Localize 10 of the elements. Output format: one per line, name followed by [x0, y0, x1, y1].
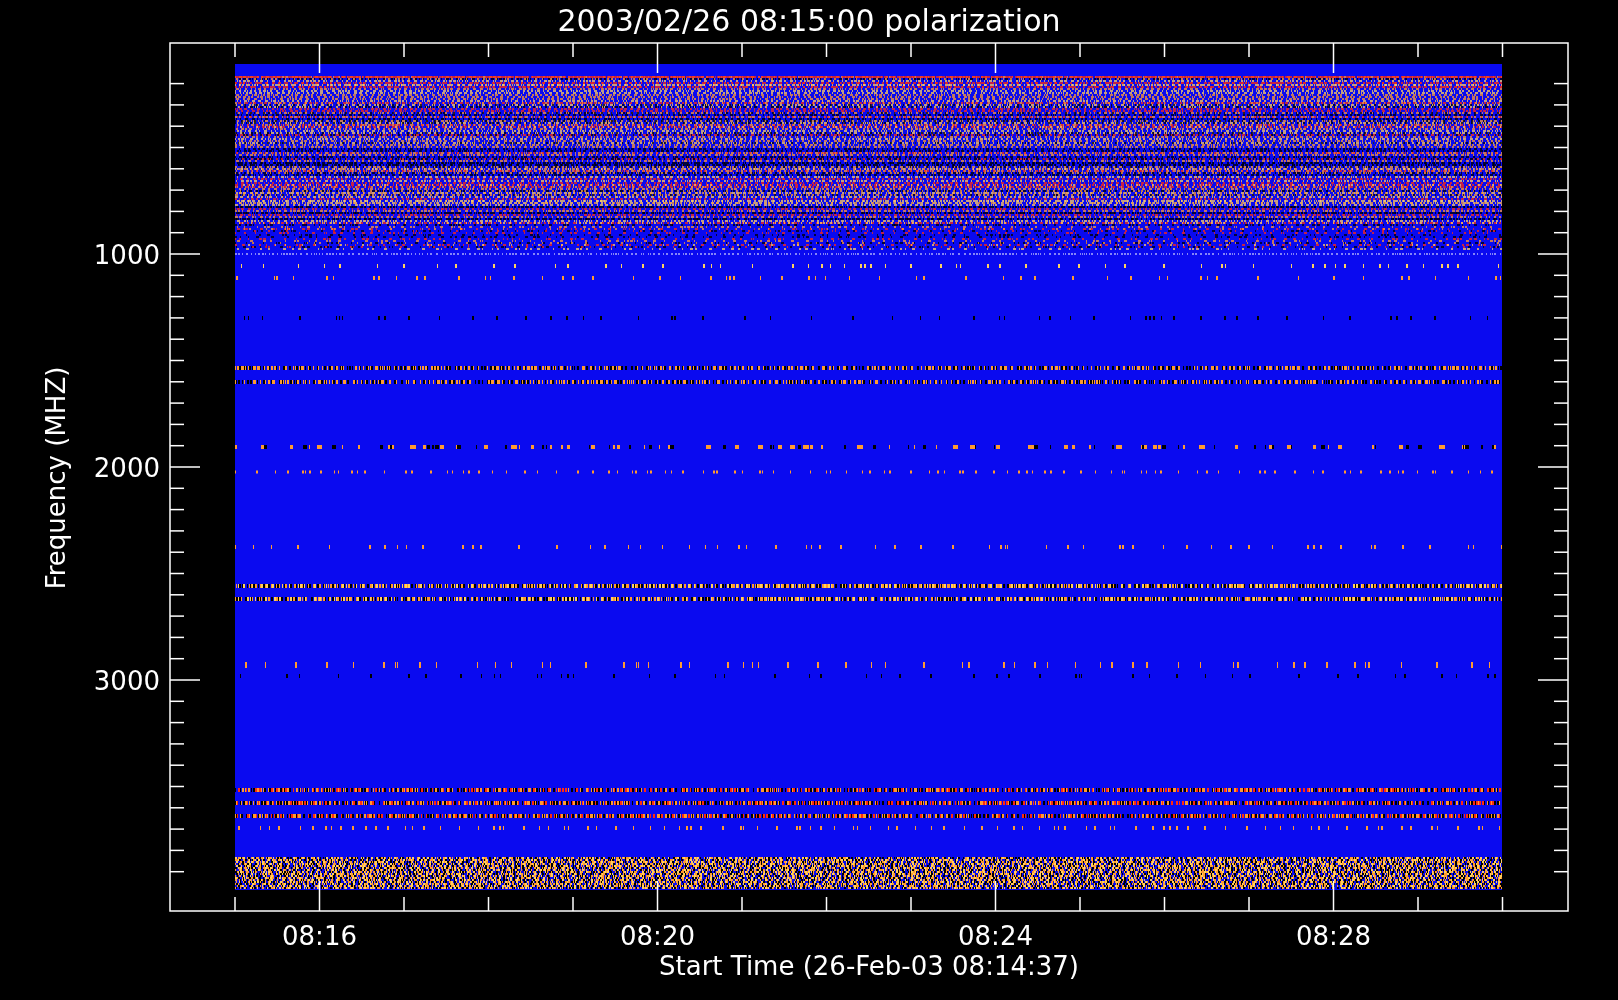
x-tick-label: 08:16 [282, 921, 357, 951]
y-tick-label: 2000 [93, 453, 160, 483]
x-tick-label: 08:28 [1296, 921, 1371, 951]
x-axis-label: Start Time (26-Feb-03 08:14:37) [659, 951, 1079, 981]
x-tick-label: 08:20 [620, 921, 695, 951]
y-axis-label: Frequency (MHZ) [41, 366, 71, 590]
plot-title: 2003/02/26 08:15:00 polarization [557, 3, 1061, 38]
y-tick-label: 3000 [93, 666, 160, 696]
x-tick-label: 08:24 [958, 921, 1033, 951]
y-tick-label: 1000 [93, 240, 160, 270]
